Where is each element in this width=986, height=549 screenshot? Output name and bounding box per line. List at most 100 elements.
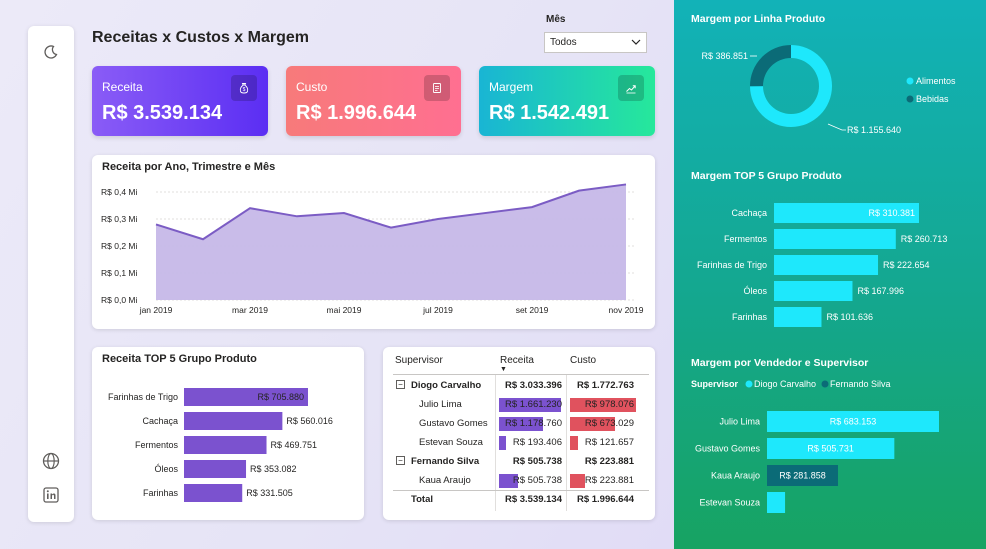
bar-category-label: Farinhas de Trigo	[108, 392, 178, 402]
custo-value: R$ 673.029	[584, 418, 634, 429]
month-slicer-value: Todos	[550, 37, 577, 48]
bar-value-label: R$ 683.153	[830, 417, 877, 427]
revenue-area-chart[interactable]: R$ 0,0 Mi R$ 0,1 Mi R$ 0,2 Mi R$ 0,3 Mi R$ 0…	[92, 155, 655, 329]
collapse-icon[interactable]: −	[396, 456, 405, 465]
margem-vendedor-bar-chart[interactable]: Supervisor Diogo Carvalho Fernando Silva Ju…	[674, 372, 986, 522]
x-tick-label: mar 2019	[232, 305, 268, 315]
kpi-value: R$ 1.996.644	[296, 102, 417, 124]
x-tick-label: jul 2019	[422, 305, 453, 315]
month-slicer-label: Mês	[546, 14, 566, 25]
legend-label: Fernando Silva	[830, 379, 891, 389]
kpi-card-margem: Margem R$ 1.542.491	[479, 66, 655, 136]
receita-top5-bar-chart[interactable]: Farinhas de Trigo R$ 705.880 Cachaça R$ 560…	[92, 347, 364, 520]
vendor-name: Estevan Souza	[419, 437, 483, 448]
kpi-label: Margem	[489, 80, 534, 94]
bar-category-label: Fermentos	[135, 440, 179, 450]
matrix-row[interactable]: − Fernando Silva R$ 505.738 R$ 223.881	[383, 453, 655, 472]
receita-value: R$ 3.539.134	[504, 494, 562, 505]
matrix-row[interactable]: − Diogo Carvalho R$ 3.033.396 R$ 1.772.763	[383, 377, 655, 396]
bar-value-label: R$ 310.381	[868, 208, 915, 218]
custo-value: R$ 223.881	[584, 475, 634, 486]
y-tick-label: R$ 0,0 Mi	[101, 295, 137, 305]
receita-top5-card: Receita TOP 5 Grupo Produto Farinhas de …	[92, 347, 364, 520]
bar-category-label: Óleos	[743, 286, 767, 296]
kpi-label: Custo	[296, 80, 328, 94]
kpi-card-receita: Receita R$ 3.539.134 $	[92, 66, 268, 136]
page-title: Receitas x Custos x Margem	[92, 29, 309, 46]
money-bag-icon: $	[231, 75, 257, 101]
donut-slice-bebidas	[750, 45, 791, 87]
y-tick-label: R$ 0,2 Mi	[101, 241, 137, 251]
svg-text:$: $	[243, 87, 246, 93]
total-label: Total	[411, 494, 433, 505]
receita-bar	[184, 436, 267, 454]
matrix-row: Julio Lima R$ 1.661.230 R$ 978.076	[383, 396, 655, 415]
bar-category-label: Gustavo Gomes	[695, 444, 761, 454]
bar-category-label: Julio Lima	[719, 417, 760, 427]
legend-marker	[906, 95, 914, 103]
vendor-name: Gustavo Gomes	[419, 418, 488, 429]
bar-category-label: Óleos	[154, 464, 178, 474]
total-divider	[393, 490, 649, 491]
bar-value-label: R$ 260.713	[901, 234, 948, 244]
bar-value-label: R$ 469.751	[271, 440, 318, 450]
column-header-supervisor[interactable]: Supervisor	[395, 355, 443, 366]
supervisor-name: Diogo Carvalho	[411, 380, 482, 391]
bar-category-label: Farinhas	[143, 488, 179, 498]
linkedin-icon[interactable]	[41, 485, 61, 505]
matrix-row: Total R$ 3.539.134 R$ 1.996.644	[383, 491, 655, 510]
receita-bar	[184, 412, 283, 430]
bar-value-label: R$ 560.016	[286, 416, 333, 426]
month-slicer-dropdown[interactable]: Todos	[544, 32, 647, 53]
globe-icon[interactable]	[41, 451, 61, 471]
bar-value-label: R$ 705.880	[257, 392, 304, 402]
header-divider	[393, 374, 649, 375]
vendedor-bar	[767, 492, 786, 513]
margem-top5-bar-chart[interactable]: Cachaça R$ 310.381 Fermentos R$ 260.713 Fari…	[674, 190, 986, 340]
legend-marker	[906, 77, 914, 85]
kpi-value: R$ 1.542.491	[489, 102, 610, 124]
bar-category-label: Farinhas de Trigo	[697, 260, 767, 270]
bar-category-label: Cachaça	[142, 416, 178, 426]
column-header-receita[interactable]: Receita	[500, 355, 534, 366]
vendor-name: Kaua Araujo	[419, 475, 471, 486]
supervisor-name: Fernando Silva	[411, 456, 480, 467]
margem-linha-donut-chart[interactable]: R$ 386.851 R$ 1.155.640 Alimentos Bebidas	[674, 28, 986, 178]
collapse-icon[interactable]: −	[396, 380, 405, 389]
legend-label: Diogo Carvalho	[754, 379, 816, 389]
legend-marker	[745, 380, 753, 388]
legend-label: Alimentos	[916, 76, 956, 86]
y-tick-label: R$ 0,1 Mi	[101, 268, 137, 278]
bar-value-label: R$ 331.505	[246, 488, 293, 498]
custo-data-bar	[570, 474, 586, 488]
x-tick-label: mai 2019	[327, 305, 362, 315]
x-tick-label: jan 2019	[139, 305, 173, 315]
bar-value-label: R$ 222.654	[883, 260, 930, 270]
sort-desc-icon[interactable]: ▼	[500, 366, 507, 373]
margem-bar	[774, 255, 879, 275]
custo-data-bar	[570, 436, 579, 450]
bar-category-label: Cachaça	[731, 208, 767, 218]
y-tick-label: R$ 0,4 Mi	[101, 187, 137, 197]
right-panel: Margem por Linha Produto R$ 386.851 R$ 1.…	[674, 0, 986, 549]
margem-bar	[774, 229, 896, 249]
supervisor-matrix: Supervisor Receita ▼ Custo − Diogo Carvalho R$…	[383, 347, 655, 520]
matrix-header: Supervisor Receita ▼ Custo	[383, 347, 655, 375]
receita-value: R$ 505.738	[512, 456, 562, 467]
theme-toggle-icon[interactable]	[41, 42, 61, 62]
column-header-custo[interactable]: Custo	[570, 355, 596, 366]
receita-value: R$ 193.406	[512, 437, 562, 448]
chevron-down-icon	[631, 39, 641, 45]
margem-bar	[774, 281, 853, 301]
legend-label: Bebidas	[916, 94, 949, 104]
margem-bar	[774, 307, 822, 327]
custo-value: R$ 1.996.644	[576, 494, 634, 505]
chart-title: Margem por Linha Produto	[691, 13, 826, 25]
receita-value: R$ 1.661.230	[504, 399, 562, 410]
custo-value: R$ 1.772.763	[576, 380, 634, 391]
kpi-card-custo: Custo R$ 1.996.644	[286, 66, 461, 136]
bar-category-label: Farinhas	[732, 312, 768, 322]
bar-category-label: Estevan Souza	[699, 498, 760, 508]
revenue-area-fill	[156, 184, 626, 300]
side-navigation	[28, 26, 74, 522]
